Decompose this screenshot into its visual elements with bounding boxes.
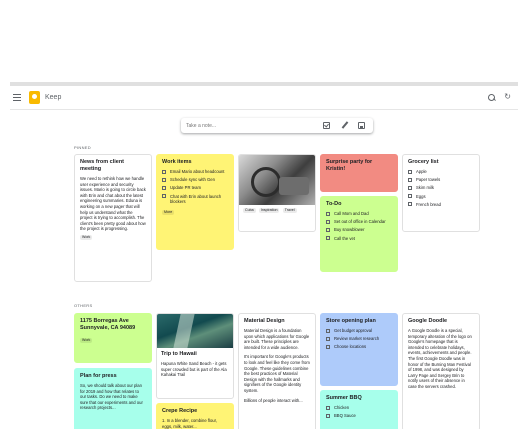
others-section-label: OTHERS (74, 303, 93, 308)
note-crepe-recipe[interactable]: Crepe Recipe 1. In a blender, combine fl… (156, 403, 234, 429)
checklist-item[interactable]: BBQ Sauce (326, 413, 392, 418)
label-chip[interactable]: Cuba (243, 208, 256, 213)
label-row: Cuba Inspiration Travel (239, 205, 315, 217)
checklist-item[interactable]: Update PR team (162, 185, 228, 190)
note-body: Billions of people interact with... (244, 397, 303, 403)
checkbox[interactable] (162, 169, 166, 174)
note-body: Material Design is a foundation upon whi… (244, 328, 310, 350)
note-title: Surprise party for Kristin! (326, 159, 373, 172)
label-chip[interactable]: Travel (282, 208, 297, 213)
app-bar: Keep ↻ (10, 86, 518, 110)
note-plan-for-press[interactable]: Plan for press So, we should talk about … (74, 368, 152, 429)
note-google-doodle[interactable]: Google Doodle A Google Doodle is a speci… (402, 313, 480, 429)
note-body: 1. In a blender, combine flour, eggs, mi… (162, 418, 217, 429)
checkbox[interactable] (326, 211, 330, 216)
search-icon[interactable] (488, 94, 496, 102)
checklist-item[interactable]: Set out of office in Calendar (326, 219, 392, 224)
pinned-section-label: PINNED (74, 145, 91, 150)
checkbox[interactable] (408, 169, 412, 174)
note-address[interactable]: 1175 Borregas Ave Sunnyvale, CA 94089 Wo… (74, 313, 152, 363)
note-title: To-Do (326, 201, 342, 207)
note-title: Plan for press (80, 373, 117, 379)
checkbox[interactable] (408, 185, 412, 190)
note-body: Hapuna White Sand Beach - it gets super … (161, 361, 227, 378)
note-material-design[interactable]: Material Design Material Design is a fou… (238, 313, 316, 429)
note-body: A Google Doodle is a special, temporary … (408, 328, 472, 389)
note-work-items[interactable]: Work items Email Mario about headcount S… (156, 154, 234, 250)
note-title: Material Design (244, 318, 285, 324)
note-title: Store opening plan (326, 318, 376, 324)
checkbox[interactable] (162, 194, 166, 199)
checkbox[interactable] (326, 413, 330, 418)
checkbox[interactable] (408, 177, 412, 182)
checklist-item[interactable]: Review market research (326, 336, 392, 341)
checkbox[interactable] (162, 185, 166, 190)
note-summer-bbq[interactable]: Summer BBQ Chicken BBQ Sauce (320, 390, 398, 429)
blank-top-margin (0, 0, 518, 82)
checkbox[interactable] (326, 336, 330, 341)
label-chip[interactable]: More (162, 209, 175, 215)
checkbox[interactable] (326, 344, 330, 349)
note-body: We need to rethink how we handle user ex… (80, 176, 146, 232)
checklist-item[interactable]: Buy snowblower (326, 227, 392, 232)
note-body: So, we should talk about our plan for 20… (80, 383, 143, 411)
menu-icon[interactable] (13, 94, 21, 101)
checkbox[interactable] (162, 177, 166, 182)
note-grocery-list[interactable]: Grocery list Apple Paper towels Skim mil… (402, 154, 480, 232)
take-note-input[interactable] (186, 121, 306, 130)
note-title: Work items (162, 159, 192, 165)
app-title: Keep (45, 94, 62, 101)
checkbox[interactable] (408, 202, 412, 207)
refresh-icon[interactable]: ↻ (504, 93, 511, 101)
beach-aerial-image (157, 314, 233, 348)
checkbox-icon[interactable] (323, 122, 330, 129)
note-car-photo[interactable]: Cuba Inspiration Travel (238, 154, 316, 232)
checkbox[interactable] (326, 236, 330, 241)
checklist-item[interactable]: French bread (408, 202, 474, 207)
image-icon[interactable] (358, 122, 365, 129)
note-title: Google Doodle (408, 318, 448, 324)
note-to-do[interactable]: To-Do Call Mom and Dad Set out of office… (320, 196, 398, 272)
checkbox[interactable] (326, 405, 330, 410)
checklist-item[interactable]: Eggs (408, 194, 474, 199)
checklist-item[interactable]: Call Mom and Dad (326, 211, 392, 216)
checklist-item[interactable]: Paper towels (408, 177, 474, 182)
checkbox[interactable] (326, 227, 330, 232)
checklist-item[interactable]: Chicken (326, 405, 392, 410)
checklist-item[interactable]: Call the vet (326, 236, 392, 241)
checkbox[interactable] (408, 194, 412, 199)
checklist-item[interactable]: Apple (408, 169, 474, 174)
note-news-from-client-meeting[interactable]: News from client meeting We need to reth… (74, 154, 152, 282)
label-chip[interactable]: Inspiration (258, 208, 280, 213)
keep-logo-icon (29, 91, 40, 104)
note-title: Trip to Hawaii (161, 351, 197, 357)
note-title: Summer BBQ (326, 395, 362, 401)
take-note-bar[interactable] (181, 118, 373, 133)
checkbox[interactable] (326, 328, 330, 333)
note-title: Grocery list (408, 159, 439, 165)
checklist-item[interactable]: Choose locations (326, 344, 392, 349)
note-trip-to-hawaii[interactable]: Trip to Hawaii Hapuna White Sand Beach -… (156, 313, 234, 399)
checklist-item[interactable]: Schedule sync with Gen (162, 177, 228, 182)
checkbox[interactable] (326, 219, 330, 224)
keep-app-window: Keep ↻ PINNED News from client meeting W… (10, 82, 518, 429)
note-title: 1175 Borregas Ave Sunnyvale, CA 94089 (80, 318, 136, 331)
pen-icon[interactable] (341, 122, 348, 129)
checklist-item[interactable]: Chat with Erin about launch blockers (162, 194, 228, 204)
car-interior-image (239, 155, 315, 205)
checklist-item[interactable]: Skim milk (408, 185, 474, 190)
label-chip[interactable]: Work (80, 234, 93, 240)
note-surprise-party[interactable]: Surprise party for Kristin! (320, 154, 398, 192)
label-chip[interactable]: Work (80, 338, 93, 343)
note-content: Trip to Hawaii Hapuna White Sand Beach -… (157, 348, 233, 381)
checklist-item[interactable]: Get budget approval (326, 328, 392, 333)
note-store-opening-plan[interactable]: Store opening plan Get budget approval R… (320, 313, 398, 386)
checklist-item[interactable]: Email Mario about headcount (162, 169, 228, 174)
note-title: Crepe Recipe (162, 408, 198, 414)
note-title: News from client meeting (80, 159, 125, 172)
note-body: It's important for Google's products to … (244, 354, 310, 393)
